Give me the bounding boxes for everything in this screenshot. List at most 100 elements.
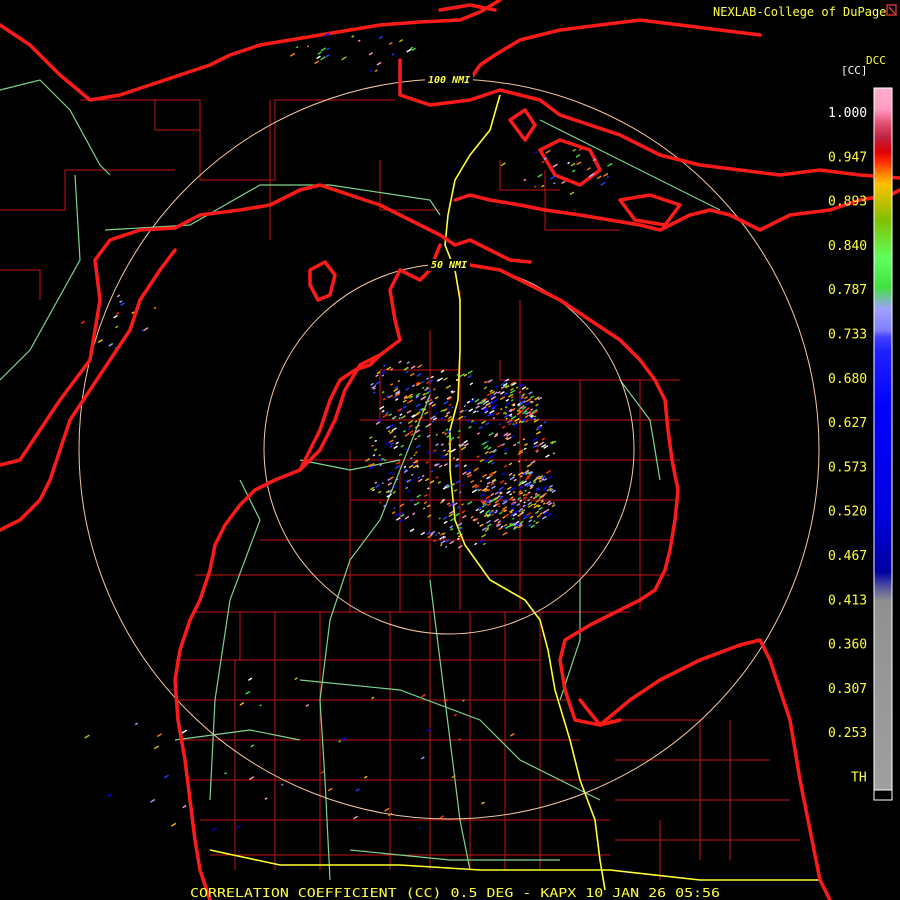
radar-echo [497,520,502,524]
radar-echo [372,488,375,492]
radar-echo [431,420,434,423]
radar-echo [512,474,516,477]
radar-echo [466,420,470,423]
outer-ring-label: 100 NMI [428,75,470,86]
legend-label: 0.360 [828,638,867,653]
radar-echo [338,740,342,743]
radar-echo [466,469,471,473]
radar-echo [399,421,402,424]
radar-echo [410,365,416,370]
radar-echo [500,472,505,476]
radar-echo [530,460,536,465]
radar-echo [433,449,437,452]
radar-echo [435,433,439,436]
resize-corner-icon[interactable] [886,4,897,16]
radar-echo [415,444,421,449]
radar-echo [445,384,451,389]
radar-echo [394,465,400,470]
radar-echo [489,474,493,478]
radar-echo [413,454,416,457]
radar-echo [355,788,360,792]
radar-echo [389,476,394,480]
radar-echo [163,774,169,779]
radar-echo [471,489,478,494]
radar-echo [389,430,394,435]
radar-echo [495,411,500,416]
radar-echo [239,702,245,706]
radar-echo [461,484,465,487]
radar-echo [379,501,382,504]
radar-echo [325,54,330,58]
radar-echo [570,162,576,167]
radar-echo [503,413,510,419]
radar-echo [461,510,466,514]
radar-echo [375,421,381,425]
radar-echo [489,389,494,393]
radar-echo [523,447,527,451]
radar-echoes [80,32,613,831]
radar-echo [524,407,530,412]
radar-echo [442,486,447,490]
radar-echo [409,372,415,377]
radar-echo [466,400,471,404]
radar-echo [327,787,333,792]
radar-echo [485,485,489,488]
legend-label: 0.573 [828,460,867,475]
radar-echo [528,524,532,527]
radar-echo [600,181,606,186]
radar-echo [471,398,474,401]
radar-echo [495,385,498,389]
radar-echo [533,441,539,445]
radar-echo [533,415,537,418]
radar-echo [474,398,480,403]
radar-echo [500,408,503,411]
radar-echo [497,495,501,498]
radar-echo [420,531,426,536]
radar-echo [493,398,499,403]
radar-echo [237,825,241,829]
radar-echo [488,394,494,399]
legend-gradient [873,87,893,801]
radar-echo [341,56,347,61]
radar-echo [468,408,474,412]
radar-echo [529,486,534,490]
radar-echo [535,510,540,514]
radar-echo [520,511,524,515]
legend-label: 0.680 [828,372,867,387]
radar-echo [385,425,391,430]
radar-echo [535,521,539,525]
radar-echo [533,502,537,506]
radar-echo [491,485,496,490]
radar-echo [487,459,493,464]
radar-echo [522,504,526,508]
radar-echo [371,444,375,448]
radar-echo [108,342,114,347]
radar-echo [395,441,399,445]
radar-echo [491,462,495,465]
radar-echo [478,539,484,544]
radar-echo [476,455,480,459]
radar-echo [411,384,416,388]
radar-echo [477,405,480,408]
radar-echo [524,489,527,492]
nexlab-credit: NEXLAB-College of DuPage [713,5,886,19]
radar-echo [443,400,449,405]
radar-echo [369,436,373,440]
legend-label: 0.467 [828,549,867,564]
radar-echo [419,416,423,420]
radar-echo [510,387,514,391]
radar-echo [368,52,373,56]
radar-echo [391,53,395,56]
radar-echo [406,361,410,364]
radar-echo [448,403,452,407]
radar-echo [467,374,472,379]
radar-echo [372,454,376,457]
radar-echo [407,427,411,431]
radar-echo [490,396,496,401]
radar-echo [518,383,524,388]
radar-echo [250,744,255,748]
radar-echo [440,455,446,459]
radar-echo [524,419,529,423]
radar-echo [596,175,602,180]
radar-echo [487,413,492,417]
